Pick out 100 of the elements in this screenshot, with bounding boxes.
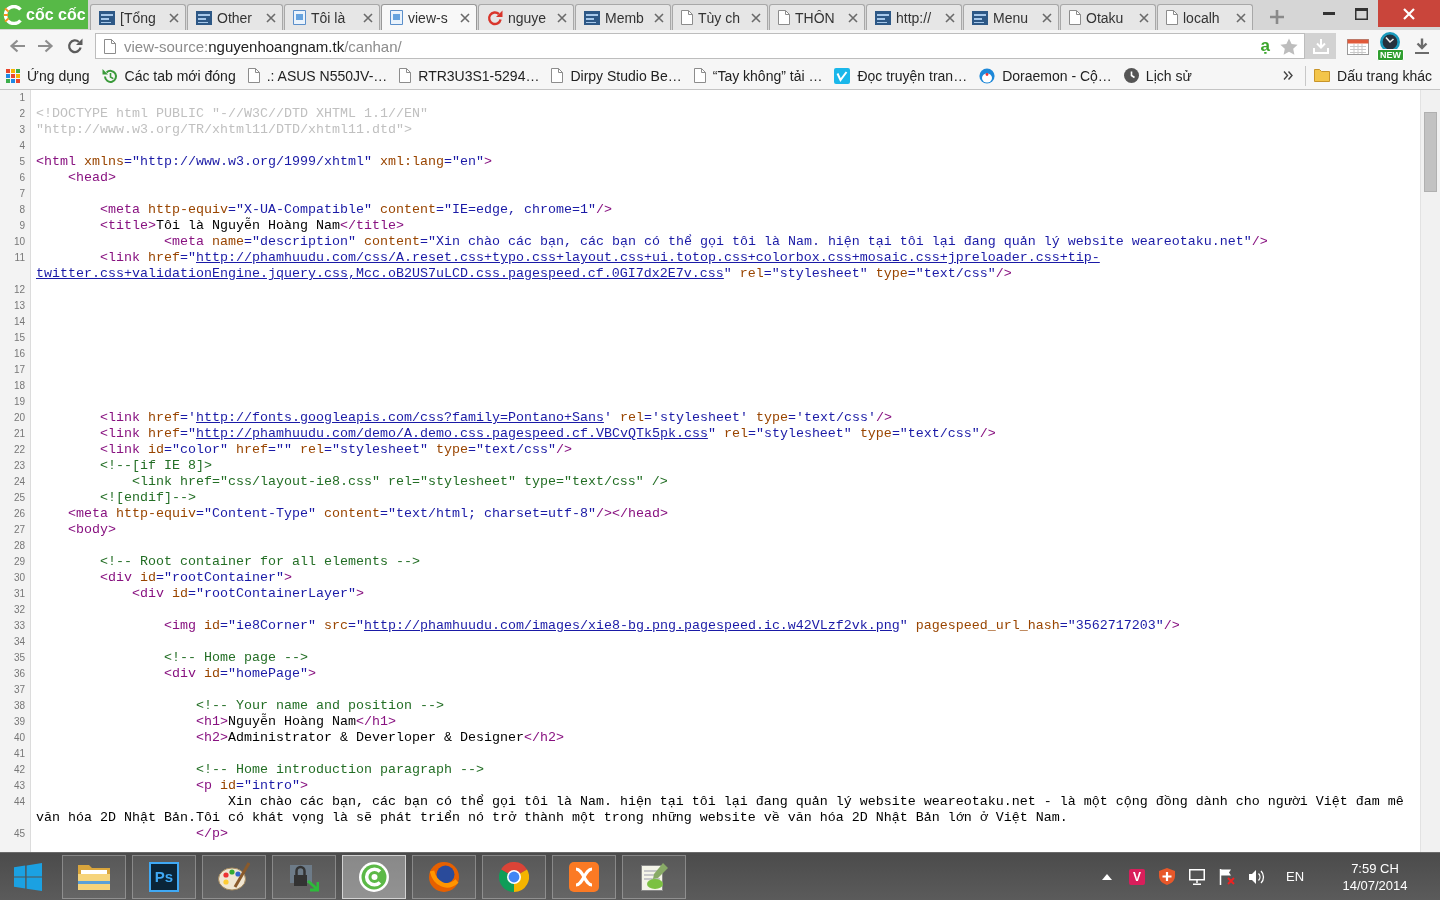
code-line: </p> [195, 826, 228, 841]
close-icon[interactable] [1139, 12, 1149, 23]
close-icon[interactable] [460, 12, 470, 23]
speaker-icon [1249, 868, 1265, 885]
tab[interactable]: Memb [575, 4, 671, 30]
bookmark[interactable]: “Tay không” tải … [689, 63, 827, 88]
folder-icon [1314, 69, 1331, 82]
bookmark[interactable]: Dirpy Studio Be… [547, 63, 686, 88]
double-chevron-icon [1283, 71, 1294, 80]
taskbar-button[interactable] [622, 854, 686, 899]
bookmark[interactable]: Doraemon - Cộ… [975, 63, 1116, 88]
taskbar-button[interactable]: Ps [132, 854, 196, 899]
line-number: 3 [19, 124, 25, 135]
taskbar-button[interactable] [202, 854, 266, 899]
bookmark-folder[interactable]: Dấu trang khác [1310, 63, 1436, 88]
line-number: 9 [19, 220, 25, 231]
close-icon[interactable] [363, 12, 373, 23]
line-number: 8 [19, 204, 25, 215]
tab[interactable]: Other [187, 4, 283, 30]
code-line: <!-- Home page --> [164, 650, 308, 665]
taskbar-button[interactable] [62, 854, 126, 899]
tab[interactable]: Menu [963, 4, 1059, 30]
page-icon [778, 10, 790, 25]
page-icon [1069, 10, 1081, 25]
tray-button[interactable]: V [1122, 856, 1152, 897]
taskbar-button[interactable] [342, 854, 406, 899]
code-line: <img id="ie8Corner" src="http://phamhuudu.com/images/xie8-bg.png.pagespeed.ic.w42VLzf2vk.png" pagespeed_url_hash="3562717203"/> [164, 618, 1180, 633]
tab[interactable]: Tùy ch [672, 4, 768, 30]
line-number: 4 [19, 140, 25, 151]
scrollbar[interactable] [1420, 90, 1440, 852]
url-link[interactable]: http://phamhuudu.com/demo/A.demo.css.pagespeed.cf.VBCvQTk5pk.css [196, 426, 708, 442]
bookmark[interactable]: Đọc truyện tran… [830, 63, 972, 88]
page-icon [399, 68, 412, 83]
line-number: 6 [19, 172, 25, 183]
line-number: 31 [13, 588, 25, 599]
bookmark[interactable]: RTR3U3S1-5294… [395, 63, 544, 88]
bookmark[interactable]: Các tab mới đóng [97, 63, 240, 88]
close-icon[interactable] [1236, 12, 1246, 23]
tab[interactable]: http:// [866, 4, 962, 30]
bookmark[interactable]: Lịch sử [1119, 63, 1196, 88]
close-icon[interactable] [654, 12, 664, 23]
taskbar-button[interactable] [552, 854, 616, 899]
code-line: <div id="rootContainer"> [100, 570, 292, 585]
tab[interactable]: [Tổng [90, 4, 186, 30]
caret-up-icon [1102, 873, 1112, 880]
code-line: <!-- Home introduction paragraph --> [195, 762, 484, 777]
close-button[interactable] [1378, 0, 1440, 27]
line-number: 43 [13, 780, 25, 791]
language-button[interactable]: EN [1278, 856, 1312, 897]
line-number: 42 [13, 764, 25, 775]
calendar-icon [1347, 37, 1369, 55]
url-link[interactable]: http://phamhuudu.com/images/xie8-bg.png.pagespeed.ic.w42VLzf2vk.png [363, 618, 900, 634]
line-number: 10 [13, 236, 25, 247]
code-line: <html xmlns="http://www.w3.org/1999/xhtml" xml:lang="en"> [36, 154, 492, 169]
code-line: <head> [68, 170, 116, 185]
tab[interactable]: THÔN [769, 4, 865, 30]
url-link[interactable]: http://phamhuudu.com/css/A.reset.css+typo.css+layout.css+ui.totop.css+colorbox.css+mosaic.css+jpreloader.css+tip- [196, 250, 1100, 266]
line-number: 36 [13, 668, 25, 679]
tile-icon [99, 10, 115, 25]
page-icon [693, 68, 706, 83]
close-icon[interactable] [169, 12, 179, 23]
close-icon[interactable] [945, 12, 955, 23]
address-field[interactable]: view-source:nguyenhoangnam.tk/canhan/ ạ [95, 33, 1305, 59]
code-line: <p id="intro"> [195, 778, 308, 793]
url-link[interactable]: http://fonts.googleapis.com/css?family=Pontano+Sans [196, 410, 604, 426]
code-line: <h2>Administrator & Deverloper & Designer</h2> [195, 730, 564, 745]
scrollbar-thumb[interactable] [1424, 112, 1437, 192]
close-icon[interactable] [751, 12, 761, 23]
tab[interactable]: localh [1157, 4, 1253, 30]
line-number: 30 [13, 572, 25, 583]
arrow-left-icon [9, 39, 25, 53]
line-number: 44 [13, 796, 25, 807]
bookmark[interactable]: Ứng dụng [2, 63, 94, 88]
line-number: 5 [19, 156, 25, 167]
close-icon [1403, 7, 1415, 20]
code-line: <link href="http://phamhuudu.com/demo/A.demo.css.pagespeed.cf.VBCvQTk5pk.css" rel="stylesheet" type="text/css"/> [100, 426, 996, 441]
taskbar-button[interactable] [412, 854, 476, 899]
close-icon[interactable] [557, 12, 567, 23]
clock-button[interactable]: 7:59 CH 14/07/2014 [1330, 856, 1420, 897]
taskbar-button[interactable] [482, 854, 546, 899]
tile-icon [584, 10, 600, 25]
tab[interactable]: Otaku [1060, 4, 1156, 30]
star-icon[interactable] [1280, 37, 1298, 55]
arrow-right-icon [38, 39, 54, 53]
swirl-logo-icon [359, 861, 389, 892]
line-number: 41 [13, 748, 25, 759]
tab[interactable]: view-s [381, 4, 477, 30]
url-link[interactable]: twitter.css+validationEngine.jquery.css,Mcc.oB2US7uLCD.css.pagespeed.cf.0GI7dx2E7v.css [36, 266, 724, 282]
close-icon[interactable] [266, 12, 276, 23]
close-icon[interactable] [848, 12, 858, 23]
close-icon[interactable] [1042, 12, 1052, 23]
line-number: 35 [13, 652, 25, 663]
bookmark[interactable]: .: ASUS N550JV-… [243, 63, 392, 88]
tab[interactable]: nguye [478, 4, 574, 30]
taskbar-button[interactable] [272, 854, 336, 899]
tab[interactable]: Tôi là [284, 4, 380, 30]
line-number: 24 [13, 476, 25, 487]
line-number: 19 [13, 396, 25, 407]
round-logo-icon [979, 67, 996, 84]
document-icon [390, 10, 403, 25]
